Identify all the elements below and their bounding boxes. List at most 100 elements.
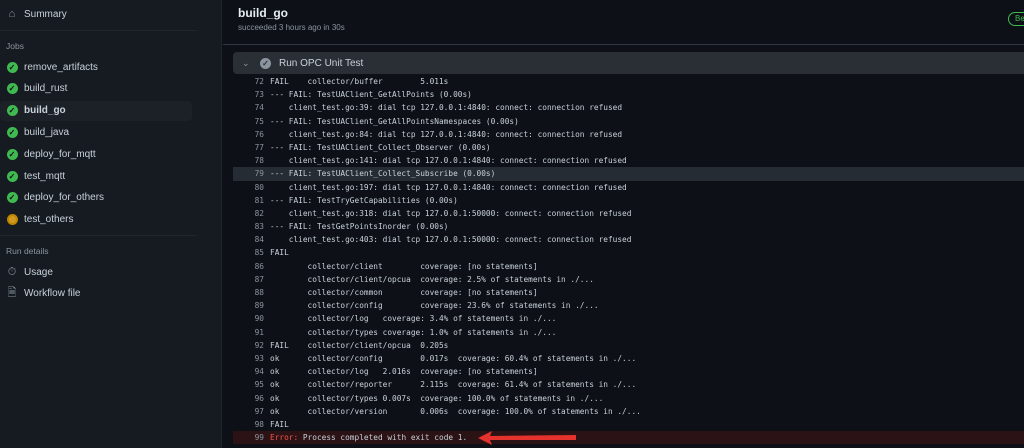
log-line[interactable]: 98 FAIL [233, 418, 1024, 431]
log-text: --- FAIL: TestUAClient_Collect_Observer … [270, 142, 491, 152]
log-text: --- FAIL: TestGetPointsInorder (0.00s) [270, 222, 449, 232]
line-number[interactable]: 93 [233, 352, 270, 365]
sidebar-job-build_java[interactable]: ✓ build_java [0, 122, 192, 142]
stopwatch-icon: ⏱ [7, 265, 17, 278]
log-text: ok collector/types 0.007s coverage: 100.… [270, 393, 604, 403]
line-number[interactable]: 89 [233, 299, 270, 312]
line-number[interactable]: 76 [233, 128, 270, 141]
log-output: 72 FAIL collector/buffer 5.011s 73 --- FAIL… [233, 75, 1024, 445]
sidebar-job-deploy_for_others[interactable]: ✓ deploy_for_others [0, 188, 192, 208]
check-circle-icon: ✓ [6, 105, 18, 117]
line-number[interactable]: 85 [233, 246, 270, 259]
line-number[interactable]: 99 [233, 431, 270, 444]
log-line[interactable]: 95 ok collector/reporter 2.115s coverage:… [233, 378, 1024, 391]
log-text: --- FAIL: TestUAClient_GetAllPoints (0.0… [270, 90, 472, 100]
line-number[interactable]: 78 [233, 154, 270, 167]
line-number[interactable]: 83 [233, 220, 270, 233]
log-line[interactable]: 78 client_test.go:141: dial tcp 127.0.0.… [233, 154, 1024, 167]
log-line[interactable]: 91 collector/types coverage: 1.0% of sta… [233, 326, 1024, 339]
line-number[interactable]: 88 [233, 286, 270, 299]
log-line[interactable]: 82 client_test.go:318: dial tcp 127.0.0.… [233, 207, 1024, 220]
line-number[interactable]: 91 [233, 326, 270, 339]
line-number[interactable]: 74 [233, 101, 270, 114]
line-number[interactable]: 84 [233, 233, 270, 246]
line-number[interactable]: 95 [233, 378, 270, 391]
line-number[interactable]: 90 [233, 312, 270, 325]
log-line[interactable]: 76 client_test.go:84: dial tcp 127.0.0.1… [233, 128, 1024, 141]
line-number[interactable]: 98 [233, 418, 270, 431]
log-line[interactable]: 86 collector/client coverage: [no statem… [233, 260, 1024, 273]
sidebar-item-summary[interactable]: ⌂ Summary [0, 4, 192, 24]
log-line[interactable]: 93 ok collector/config 0.017s coverage: 6… [233, 352, 1024, 365]
log-line[interactable]: 73 --- FAIL: TestUAClient_GetAllPoints (0… [233, 88, 1024, 101]
line-number[interactable]: 80 [233, 181, 270, 194]
log-line[interactable]: 81 --- FAIL: TestTryGetCapabilities (0.00… [233, 194, 1024, 207]
sidebar-item-label: build_go [24, 105, 66, 117]
log-text: ok collector/config 0.017s coverage: 60.… [270, 353, 637, 363]
sidebar-item-workflow-file[interactable]: 🗎 Workflow file [0, 283, 192, 303]
log-text: collector/types coverage: 1.0% of statem… [270, 327, 557, 337]
sidebar-job-remove_artifacts[interactable]: ✓ remove_artifacts [0, 57, 192, 77]
check-circle-icon: ✓ [6, 192, 18, 204]
log-text: FAIL collector/buffer 5.011s [270, 77, 449, 86]
log-text: ok collector/reporter 2.115s coverage: 6… [270, 380, 637, 390]
log-line[interactable]: 72 FAIL collector/buffer 5.011s [233, 75, 1024, 88]
log-line[interactable]: 88 collector/common coverage: [no statem… [233, 286, 1024, 299]
jobs-heading: Jobs [6, 41, 24, 51]
log-line[interactable]: 97 ok collector/version 0.006s coverage: … [233, 405, 1024, 418]
step-title: Run OPC Unit Test [279, 57, 364, 69]
log-text: FAIL [270, 419, 289, 429]
sidebar-item-usage[interactable]: ⏱ Usage [0, 262, 192, 282]
sidebar-job-test_mqtt[interactable]: ✓ test_mqtt [0, 166, 192, 186]
sidebar-item-label: test_others [24, 214, 74, 226]
home-icon: ⌂ [8, 8, 16, 20]
log-line[interactable]: 84 client_test.go:403: dial tcp 127.0.0.… [233, 233, 1024, 246]
line-number[interactable]: 87 [233, 273, 270, 286]
log-line[interactable]: 85 FAIL [233, 246, 1024, 259]
line-number[interactable]: 73 [233, 88, 270, 101]
job-title: build_go [238, 6, 288, 20]
log-line[interactable]: 77 --- FAIL: TestUAClient_Collect_Observe… [233, 141, 1024, 154]
line-number[interactable]: 97 [233, 405, 270, 418]
sidebar-item-label: build_java [24, 126, 70, 138]
log-line[interactable]: 83 --- FAIL: TestGetPointsInorder (0.00s) [233, 220, 1024, 233]
log-line[interactable]: 87 collector/client/opcua coverage: 2.5%… [233, 273, 1024, 286]
log-line[interactable]: 92 FAIL collector/client/opcua 0.205s [233, 339, 1024, 352]
job-log-panel: build_go succeeded 3 hours ago in 30s Be… [223, 0, 1024, 448]
log-text: collector/common coverage: [no statement… [270, 288, 538, 297]
log-text: collector/client/opcua coverage: 2.5% of… [270, 274, 594, 284]
line-number[interactable]: 77 [233, 141, 270, 154]
line-number[interactable]: 92 [233, 339, 270, 352]
sidebar-job-test_others[interactable]: test_others [0, 210, 192, 230]
line-number[interactable]: 72 [233, 75, 270, 88]
log-line[interactable]: 94 ok collector/log 2.016s coverage: [no … [233, 365, 1024, 378]
line-number[interactable]: 86 [233, 260, 270, 273]
log-line[interactable]: 80 client_test.go:197: dial tcp 127.0.0.… [233, 181, 1024, 194]
log-line[interactable]: 90 collector/log coverage: 3.4% of state… [233, 312, 1024, 325]
step-header[interactable]: ⌄ ✓ Run OPC Unit Test [233, 52, 1024, 74]
log-text: client_test.go:39: dial tcp 127.0.0.1:48… [270, 103, 623, 113]
line-number[interactable]: 79 [233, 167, 270, 180]
log-line[interactable]: 75 --- FAIL: TestUAClient_GetAllPointsNam… [233, 115, 1024, 128]
sidebar-job-deploy_for_mqtt[interactable]: ✓ deploy_for_mqtt [0, 144, 192, 164]
log-line[interactable]: 96 ok collector/types 0.007s coverage: 10… [233, 392, 1024, 405]
line-number[interactable]: 75 [233, 115, 270, 128]
log-line[interactable]: 89 collector/config coverage: 23.6% of s… [233, 299, 1024, 312]
sidebar-job-build_go[interactable]: ✓ build_go [0, 100, 192, 121]
log-text: --- FAIL: TestTryGetCapabilities (0.00s) [270, 195, 458, 205]
divider [0, 30, 197, 31]
log-text: FAIL collector/client/opcua 0.205s [270, 340, 449, 350]
log-line[interactable]: 74 client_test.go:39: dial tcp 127.0.0.1… [233, 101, 1024, 114]
log-text: ok collector/log 2.016s coverage: [no st… [270, 367, 538, 377]
status-badge[interactable]: Be [1008, 12, 1024, 26]
chevron-down-icon[interactable]: ⌄ [242, 58, 254, 69]
line-number[interactable]: 96 [233, 392, 270, 405]
line-number[interactable]: 82 [233, 207, 270, 220]
line-number[interactable]: 81 [233, 194, 270, 207]
log-line[interactable]: 79 --- FAIL: TestUAClient_Collect_Subscri… [233, 167, 1024, 181]
sidebar-job-build_rust[interactable]: ✓ build_rust [0, 79, 192, 99]
log-text: client_test.go:403: dial tcp 127.0.0.1:5… [270, 235, 632, 245]
log-line-error[interactable]: 99 Error: Process completed with exit cod… [233, 431, 1024, 445]
line-number[interactable]: 94 [233, 365, 270, 378]
check-circle-icon: ✓ [260, 57, 271, 69]
